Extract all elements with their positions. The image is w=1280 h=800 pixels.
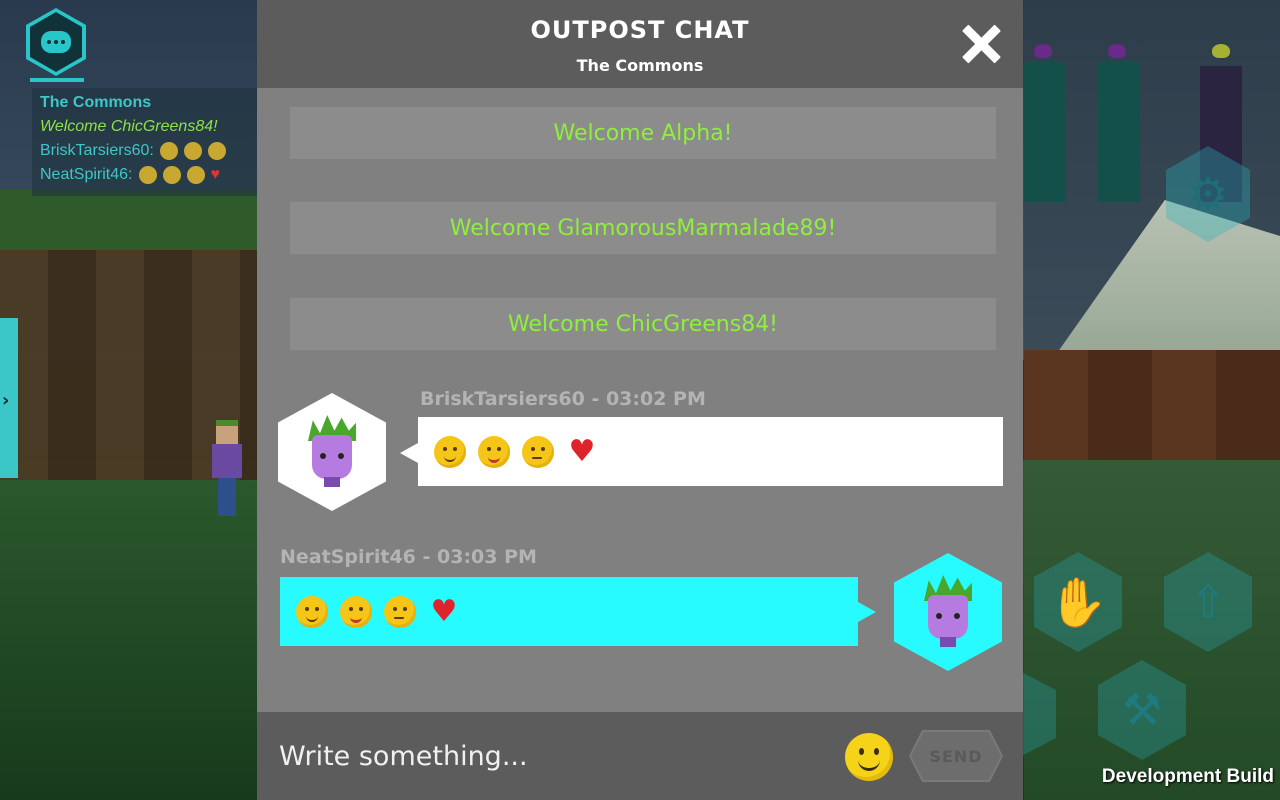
message-input[interactable] [279, 734, 819, 778]
gem [1034, 44, 1052, 58]
mini-chat-welcome: Welcome ChicGreens84! [40, 118, 218, 135]
message-bubble: ♥ [280, 577, 858, 646]
system-message: Welcome Alpha! [290, 107, 996, 159]
chat-title: OUTPOST CHAT [530, 16, 750, 44]
heart-icon: ♥ [210, 166, 221, 183]
heart-icon: ♥ [568, 433, 596, 469]
message-meta: NeatSpirit46 - 03:03 PM [280, 546, 537, 568]
mini-chat-title: The Commons [40, 94, 152, 111]
pillar [1024, 62, 1066, 202]
chat-input-bar: SEND [257, 712, 1023, 800]
hammer-icon: ⚒ [1122, 684, 1162, 736]
smiley-icon [183, 142, 202, 160]
slightly-smiling-face-icon [434, 435, 466, 468]
mini-chat-line: NeatSpirit46: ♥ [40, 166, 221, 184]
smiley-icon [186, 166, 205, 184]
chat-channel-name: The Commons [576, 56, 704, 75]
avatar[interactable] [894, 553, 1002, 671]
chat-panel: OUTPOST CHAT The Commons Welcome Alpha! … [257, 0, 1023, 800]
chat-button-indicator [30, 78, 84, 82]
bubble-tail [400, 443, 418, 463]
face-with-tongue-icon [478, 435, 510, 468]
face-with-tongue-icon [340, 595, 372, 628]
development-build-label: Development Build [1101, 766, 1274, 787]
send-label: SEND [929, 746, 983, 766]
send-button[interactable]: SEND [909, 730, 1003, 782]
chat-bubble-icon [41, 31, 71, 53]
avatar[interactable] [278, 393, 386, 511]
gem [1212, 44, 1230, 58]
dirt-wall-right [1024, 350, 1280, 460]
slightly-smiling-face-icon [296, 595, 328, 628]
message-meta: BriskTarsiers60 - 03:02 PM [420, 388, 706, 410]
pillar [1098, 62, 1140, 202]
smiley-icon [207, 142, 226, 160]
smiley-icon [159, 142, 178, 160]
smiley-icon [138, 166, 157, 184]
gears-icon: ⚙ [1188, 168, 1228, 220]
system-message: Welcome ChicGreens84! [290, 298, 996, 350]
sick-face-icon [384, 595, 416, 628]
chevron-right-icon[interactable]: › [2, 390, 9, 411]
hand-icon: ✋ [1048, 574, 1108, 631]
sick-face-icon [522, 435, 554, 468]
grass-ledge [0, 190, 258, 250]
smiley-icon[interactable] [845, 733, 893, 781]
mini-chat-line: BriskTarsiers60: [40, 142, 250, 160]
system-message: Welcome GlamorousMarmalade89! [290, 202, 996, 254]
gem [1108, 44, 1126, 58]
message-bubble: ♥ [418, 417, 1003, 486]
bubble-tail [858, 602, 876, 622]
spawn-icon: ⇧ [1189, 576, 1227, 628]
mini-chat-preview[interactable]: The Commons Welcome ChicGreens84! BriskT… [32, 88, 258, 196]
smiley-icon [162, 166, 181, 184]
player-character [212, 420, 242, 516]
chat-header: OUTPOST CHAT The Commons [257, 0, 1023, 88]
close-icon[interactable] [959, 22, 1003, 66]
heart-icon: ♥ [430, 593, 458, 629]
